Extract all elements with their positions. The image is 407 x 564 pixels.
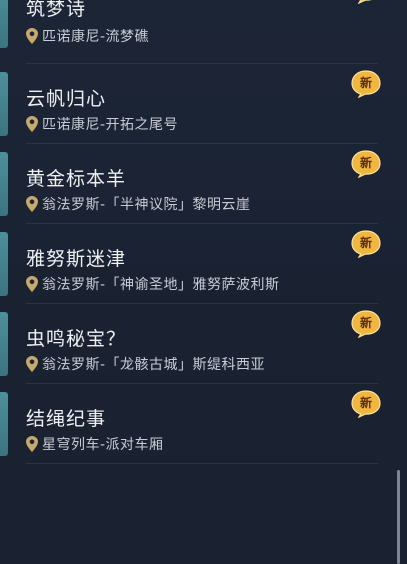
location-pin-icon (26, 28, 38, 44)
list-item[interactable]: 筑梦诗 匹诺康尼-流梦礁 新 (0, 0, 390, 64)
item-title: 云帆归心 (26, 88, 107, 110)
scrollbar[interactable] (397, 470, 400, 564)
list-item[interactable]: 虫鸣秘宝？ 翁法罗斯-「龙骸古城」斯缇科西亚 新 (0, 304, 390, 384)
item-title: 黄金标本羊 (26, 168, 127, 190)
item-title: 雅努斯迷津 (26, 248, 127, 270)
divider (26, 463, 378, 464)
item-location: 翁法罗斯-「龙骸古城」斯缇科西亚 (26, 354, 265, 374)
item-location: 匹诺康尼-开拓之尾号 (26, 114, 178, 134)
item-location-text: 星穹列车-派对车厢 (42, 437, 164, 453)
list-item[interactable]: 雅努斯迷津 翁法罗斯-「神谕圣地」雅努萨波利斯 新 (0, 224, 390, 304)
new-badge-label: 新 (359, 316, 372, 330)
item-location-text: 翁法罗斯-「龙骸古城」斯缇科西亚 (42, 357, 266, 373)
item-location: 翁法罗斯-「半神议院」黎明云崖 (26, 194, 251, 214)
list-item[interactable]: 结绳纪事 星穹列车-派对车厢 新 (0, 384, 390, 464)
new-badge-label: 新 (359, 156, 372, 170)
new-badge: 新 (350, 70, 382, 98)
new-badge: 新 (350, 390, 382, 418)
location-pin-icon (26, 356, 38, 372)
location-pin-icon (26, 196, 38, 212)
item-location-text: 翁法罗斯-「半神议院」黎明云崖 (42, 197, 251, 213)
item-location-text: 匹诺康尼-开拓之尾号 (42, 117, 179, 133)
list-item[interactable]: 黄金标本羊 翁法罗斯-「半神议院」黎明云崖 新 (0, 144, 390, 224)
new-badge: 新 (350, 150, 382, 178)
item-location: 匹诺康尼-流梦礁 (26, 26, 149, 46)
new-badge-label: 新 (359, 236, 372, 250)
item-title: 结绳纪事 (26, 408, 107, 430)
item-accent-bar (0, 72, 8, 136)
item-accent-bar (0, 312, 8, 376)
new-badge: 新 (350, 310, 382, 338)
location-pin-icon (26, 276, 38, 292)
location-pin-icon (26, 116, 38, 132)
item-accent-bar (0, 0, 8, 48)
list-item[interactable]: 云帆归心 匹诺康尼-开拓之尾号 新 (0, 64, 390, 144)
new-badge-label: 新 (359, 76, 372, 90)
item-title: 虫鸣秘宝？ (26, 328, 127, 350)
item-title: 筑梦诗 (26, 0, 87, 20)
item-accent-bar (0, 152, 8, 216)
item-accent-bar (0, 392, 8, 456)
new-badge-label: 新 (359, 396, 372, 410)
item-location-text: 翁法罗斯-「神谕圣地」雅努萨波利斯 (42, 277, 280, 293)
new-badge: 新 (350, 230, 382, 258)
new-badge-icon (357, 0, 372, 4)
item-location: 星穹列车-派对车厢 (26, 434, 164, 454)
new-badge: 新 (350, 0, 382, 4)
item-location: 翁法罗斯-「神谕圣地」雅努萨波利斯 (26, 274, 280, 294)
location-pin-icon (26, 436, 38, 452)
item-accent-bar (0, 232, 8, 296)
item-location-text: 匹诺康尼-流梦礁 (42, 29, 150, 45)
